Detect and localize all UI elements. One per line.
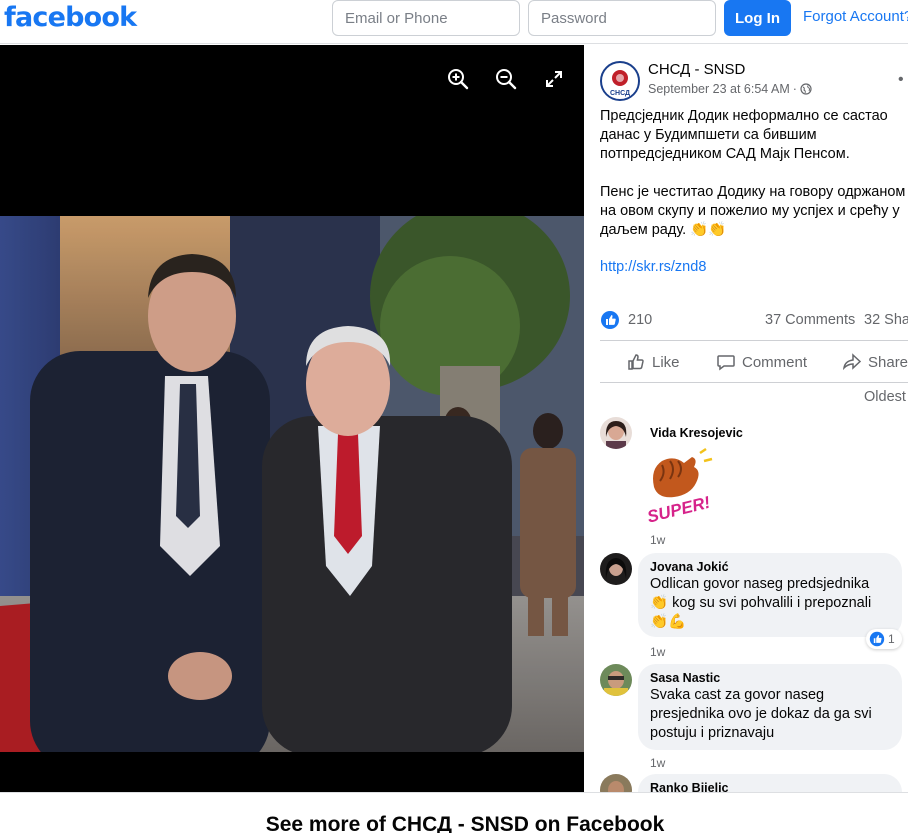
comment-reactions[interactable]: 1 <box>866 629 902 649</box>
post-date[interactable]: September 23 at 6:54 AM <box>648 82 790 96</box>
comment-text: 👏💪 <box>650 614 687 630</box>
commenter-avatar[interactable] <box>600 774 632 792</box>
zoom-in-icon[interactable] <box>446 67 470 91</box>
comment-item: Vida Kresojevic SUPER! 1w <box>600 417 900 547</box>
page-name[interactable]: СНСД - SNSD <box>648 61 745 78</box>
commenter-name[interactable]: Sasa Nastic <box>650 670 890 686</box>
comment-time[interactable]: 1w <box>650 533 665 547</box>
post-photo[interactable] <box>0 216 584 752</box>
like-label: Like <box>652 353 680 371</box>
divider <box>600 382 908 383</box>
commenter-avatar[interactable] <box>600 553 632 585</box>
commenter-name[interactable]: Jovana Jokić <box>650 559 890 575</box>
login-button[interactable]: Log In <box>724 0 791 36</box>
share-icon <box>842 353 862 371</box>
comment-time[interactable]: 1w <box>650 756 665 770</box>
comment-item: Jovana Jokić Odlican govor naseg predsje… <box>600 553 906 665</box>
thumbs-up-icon <box>628 354 644 370</box>
shares-count[interactable]: 32 Shares <box>864 312 908 328</box>
post-actions: Like Comment Share <box>600 345 908 379</box>
more-options-icon[interactable]: • <box>898 71 904 89</box>
fullscreen-icon[interactable] <box>542 67 566 91</box>
like-button[interactable]: Like <box>626 352 680 372</box>
comment-item: Sasa Nastic Svaka cast za govor naseg pr… <box>600 664 906 776</box>
divider <box>600 340 908 341</box>
comment-text: Svaka cast za govor naseg presjednika ov… <box>650 687 872 741</box>
post-panel: СНСД СНСД - SNSD September 23 at 6:54 AM… <box>584 45 908 792</box>
sticker-text: SUPER! <box>645 493 712 527</box>
post-meta: September 23 at 6:54 AM · <box>648 82 812 96</box>
post-stats: 210 37 Comments 32 Shares <box>600 309 908 331</box>
zoom-out-icon[interactable] <box>494 67 518 91</box>
like-count[interactable]: 210 <box>628 312 652 328</box>
email-field[interactable] <box>332 0 520 36</box>
facebook-logo[interactable]: facebook <box>4 2 137 33</box>
comment-item: Ranko Bijelic <box>600 774 906 792</box>
photo-viewer <box>0 45 584 792</box>
comment-text: 👏 kog su svi pohvalili i prepoznali <box>650 595 872 611</box>
like-reaction-icon <box>869 631 885 647</box>
super-sticker: SUPER! <box>645 447 712 527</box>
like-reaction-icon[interactable] <box>600 310 620 330</box>
commenter-name[interactable]: Vida Kresojevic <box>650 425 743 441</box>
footer-banner: See more of СНСД - SNSD on Facebook <box>0 792 908 833</box>
comment-button[interactable]: Comment <box>716 352 807 372</box>
top-bar: facebook Log In Forgot Account? <box>0 0 908 44</box>
post-text: Предсједник Додик неформално се састао д… <box>600 108 906 238</box>
comment-bubble: Ranko Bijelic <box>638 774 902 792</box>
commenter-name[interactable]: Ranko Bijelic <box>650 780 890 792</box>
page-avatar[interactable]: СНСД <box>600 61 640 101</box>
see-more-link[interactable]: See more of СНСД - SNSD on Facebook <box>0 813 908 833</box>
globe-icon <box>800 83 812 95</box>
comments-count[interactable]: 37 Comments <box>765 312 855 328</box>
comment-label: Comment <box>742 353 808 371</box>
post-link[interactable]: http://skr.rs/znd8 <box>600 259 706 275</box>
commenter-avatar[interactable] <box>600 417 632 449</box>
meta-separator: · <box>792 82 797 96</box>
commenter-avatar[interactable] <box>600 664 632 696</box>
forgot-account-link[interactable]: Forgot Account? <box>803 8 908 25</box>
password-field[interactable] <box>528 0 716 36</box>
comment-icon <box>717 355 735 371</box>
share-label: Share <box>868 353 908 371</box>
comment-bubble: Sasa Nastic Svaka cast za govor naseg pr… <box>638 664 902 750</box>
sort-comments-dropdown[interactable]: Oldest <box>864 389 906 405</box>
reaction-count: 1 <box>888 632 895 646</box>
comment-time[interactable]: 1w <box>650 645 665 659</box>
comment-text: Odlican govor naseg predsjednika <box>650 576 870 592</box>
comment-bubble: Jovana Jokić Odlican govor naseg predsje… <box>638 553 902 637</box>
facebook-photo-page: facebook Log In Forgot Account? <box>0 0 908 833</box>
page-avatar-text: СНСД <box>610 90 630 97</box>
share-button[interactable]: Share <box>842 352 908 372</box>
